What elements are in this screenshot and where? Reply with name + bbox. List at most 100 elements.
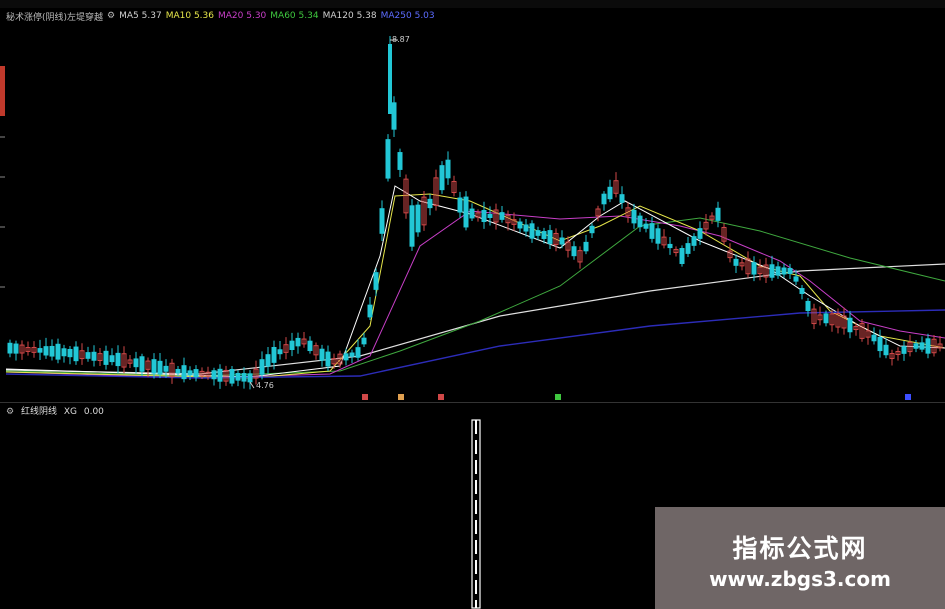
candle-body bbox=[589, 225, 595, 234]
candle-body bbox=[733, 258, 739, 266]
candle-body bbox=[637, 215, 643, 228]
ma250-label: MA250 5.03 bbox=[380, 11, 435, 21]
ma5-label: MA5 5.37 bbox=[119, 11, 162, 21]
gear-icon[interactable]: ⚙ bbox=[107, 11, 115, 21]
candle-body bbox=[115, 352, 121, 367]
candle-body bbox=[367, 304, 373, 318]
candle-body bbox=[289, 340, 295, 350]
candle-body bbox=[241, 373, 247, 382]
candlestick-chart[interactable] bbox=[0, 26, 945, 402]
candle-body bbox=[319, 348, 325, 361]
candle-body bbox=[913, 343, 919, 349]
toolbar bbox=[0, 0, 945, 8]
candle-body bbox=[385, 139, 391, 179]
candle-body bbox=[7, 342, 13, 354]
candle-body bbox=[469, 208, 475, 219]
candle-body bbox=[265, 354, 271, 367]
candle-body bbox=[697, 228, 703, 239]
candle-body bbox=[43, 346, 49, 356]
candle-body bbox=[85, 352, 91, 359]
candle-body bbox=[277, 349, 283, 355]
signal-marker bbox=[555, 394, 561, 400]
candle-body bbox=[271, 346, 277, 363]
candle-body bbox=[73, 346, 79, 362]
low-marker bbox=[249, 381, 255, 389]
candle-body bbox=[781, 267, 787, 275]
watermark-name: 指标公式网 bbox=[732, 534, 868, 563]
candle-body bbox=[847, 317, 853, 333]
candle-body bbox=[547, 230, 553, 244]
candle-body bbox=[259, 359, 265, 375]
candle-body bbox=[13, 343, 19, 354]
candle-body bbox=[559, 237, 565, 245]
candle-body bbox=[523, 224, 529, 232]
candle-body bbox=[619, 194, 625, 203]
ma10-label: MA10 5.36 bbox=[165, 11, 214, 21]
candle-body bbox=[643, 223, 649, 229]
candle-body bbox=[667, 243, 673, 249]
candle-body bbox=[355, 347, 361, 358]
ma120-label: MA120 5.38 bbox=[322, 11, 377, 21]
candle-body bbox=[517, 221, 523, 229]
candle-body bbox=[193, 369, 199, 378]
ma10-line bbox=[5, 193, 945, 379]
candle-body bbox=[775, 266, 781, 276]
candle-body bbox=[37, 348, 43, 353]
candle-body bbox=[379, 208, 385, 234]
candle-body bbox=[583, 241, 589, 252]
candle-body bbox=[373, 272, 379, 290]
candle-body bbox=[247, 373, 253, 383]
candle-body bbox=[535, 230, 541, 236]
candle-body bbox=[655, 228, 661, 244]
signal-marker bbox=[905, 394, 911, 400]
candle-body bbox=[805, 300, 811, 312]
candle-body bbox=[67, 348, 73, 358]
candle-body bbox=[49, 345, 55, 357]
candle-body bbox=[685, 243, 691, 254]
peak-candle bbox=[388, 44, 392, 114]
candle-body bbox=[157, 360, 163, 375]
candle-body bbox=[925, 338, 931, 354]
ma60-label: MA60 5.34 bbox=[270, 11, 319, 21]
candle-body bbox=[295, 337, 301, 347]
candle-body bbox=[211, 370, 217, 380]
candle-body bbox=[715, 207, 721, 221]
candle-body bbox=[607, 186, 613, 200]
candle-body bbox=[823, 313, 829, 324]
candle-body bbox=[307, 340, 313, 352]
pane-divider[interactable] bbox=[0, 402, 945, 403]
indicator-title[interactable]: 秘术涨停(阴线)左堤穿越 bbox=[6, 10, 103, 23]
candle-body bbox=[457, 197, 463, 213]
candle-body bbox=[799, 288, 805, 294]
candle-body bbox=[769, 264, 775, 278]
candle-body bbox=[163, 365, 169, 372]
ma20-line bbox=[5, 210, 945, 379]
candle-body bbox=[487, 213, 493, 219]
candle-body bbox=[649, 223, 655, 239]
candle-body bbox=[751, 262, 757, 275]
candle-body bbox=[361, 337, 367, 345]
candle-body bbox=[793, 276, 799, 282]
candle-body bbox=[175, 368, 181, 374]
ma20-label: MA20 5.30 bbox=[217, 11, 267, 21]
candle-body bbox=[427, 198, 433, 209]
candle-body bbox=[103, 350, 109, 365]
candle-body bbox=[139, 356, 145, 372]
candle-body bbox=[499, 212, 505, 220]
low-price-label: 4.76 bbox=[256, 381, 274, 390]
candle-body bbox=[109, 355, 115, 363]
signal-marker bbox=[362, 394, 368, 400]
candle-body bbox=[631, 209, 637, 224]
candle-body bbox=[571, 246, 577, 257]
watermark-box: 指标公式网 www.zbgs3.com bbox=[655, 507, 945, 609]
ma60-line bbox=[5, 217, 945, 377]
candle-body bbox=[439, 165, 445, 191]
candle-body bbox=[325, 351, 331, 367]
signal-marker bbox=[438, 394, 444, 400]
candle-body bbox=[679, 248, 685, 264]
candle-body bbox=[529, 223, 535, 239]
candle-body bbox=[181, 365, 187, 380]
candle-body bbox=[343, 353, 349, 361]
candle-body bbox=[133, 358, 139, 368]
signal-marker bbox=[398, 394, 404, 400]
